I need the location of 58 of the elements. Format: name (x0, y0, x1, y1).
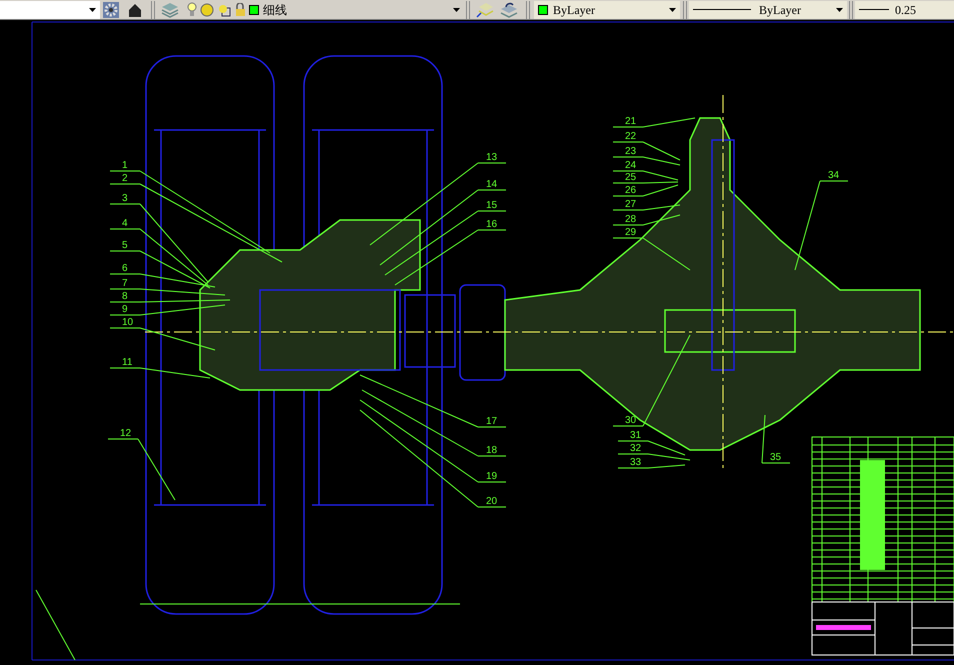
caret-icon (669, 8, 676, 12)
lightbulb-icon[interactable] (187, 2, 197, 17)
part-number-label: 6 (122, 263, 128, 274)
line-sample (693, 9, 751, 10)
part-number-label: 28 (625, 214, 636, 225)
part-number-label: 10 (122, 317, 134, 328)
color-dropdown[interactable]: ByLayer (534, 0, 680, 18)
part-number-label: 27 (625, 199, 636, 210)
leader-line (618, 464, 686, 468)
part-number-label: 32 (630, 443, 642, 454)
layers-arrow-icon[interactable] (476, 2, 494, 18)
part-number-label: 7 (122, 278, 128, 289)
part-number-label: 1 (122, 160, 128, 171)
part-number-label: 23 (625, 146, 636, 157)
sun-square-icon[interactable] (217, 2, 231, 16)
lineweight-dropdown[interactable]: 0.25 (855, 0, 954, 18)
leader-line (612, 214, 680, 226)
part-number-label: 5 (122, 240, 128, 251)
layers-undo-icon[interactable] (500, 2, 518, 18)
part-number-label: 2 (122, 173, 128, 184)
part-number-label: 20 (486, 496, 498, 507)
part-number-label: 22 (625, 131, 636, 142)
part-number-label: 35 (770, 452, 782, 463)
sun-icon[interactable] (200, 2, 214, 16)
part-number-label: 11 (122, 357, 132, 368)
part-number-label: 31 (630, 430, 642, 441)
part-number-label: 12 (120, 428, 132, 439)
caret-icon[interactable] (453, 8, 460, 12)
part-number-label: 26 (625, 185, 636, 196)
part-number-label: 33 (630, 457, 642, 468)
leader-line (108, 438, 176, 500)
part-number-label: 4 (122, 218, 128, 229)
settings-icon[interactable] (103, 2, 119, 18)
part-number-label: 24 (625, 160, 636, 171)
house-icon[interactable] (127, 2, 143, 18)
part-number-label: 19 (486, 471, 498, 482)
part-number-label: 21 (625, 116, 636, 127)
caret-icon (89, 8, 96, 12)
leader-line (762, 414, 790, 464)
caret-icon (836, 8, 843, 12)
part-number-label: 16 (486, 219, 498, 230)
linetype-dropdown[interactable]: ByLayer (689, 0, 847, 18)
part-number-label: 15 (486, 200, 498, 211)
part-number-label: 25 (625, 172, 636, 183)
line-sample (859, 9, 889, 10)
part-number-label: 29 (625, 227, 636, 238)
lock-icon[interactable] (234, 2, 247, 16)
layers-icon[interactable] (161, 2, 179, 18)
part-number-label: 9 (122, 304, 128, 315)
part-number-label: 8 (122, 291, 128, 302)
part-number-label: 34 (828, 170, 840, 181)
part-number-label: 17 (486, 416, 498, 427)
layer-name: 细线 (263, 2, 288, 18)
part-number-label: 18 (486, 445, 498, 456)
part-number-label: 13 (486, 152, 498, 163)
part-number-label: 30 (625, 415, 636, 426)
part-number-label: 3 (122, 193, 128, 204)
part-number-label: 14 (486, 179, 498, 190)
